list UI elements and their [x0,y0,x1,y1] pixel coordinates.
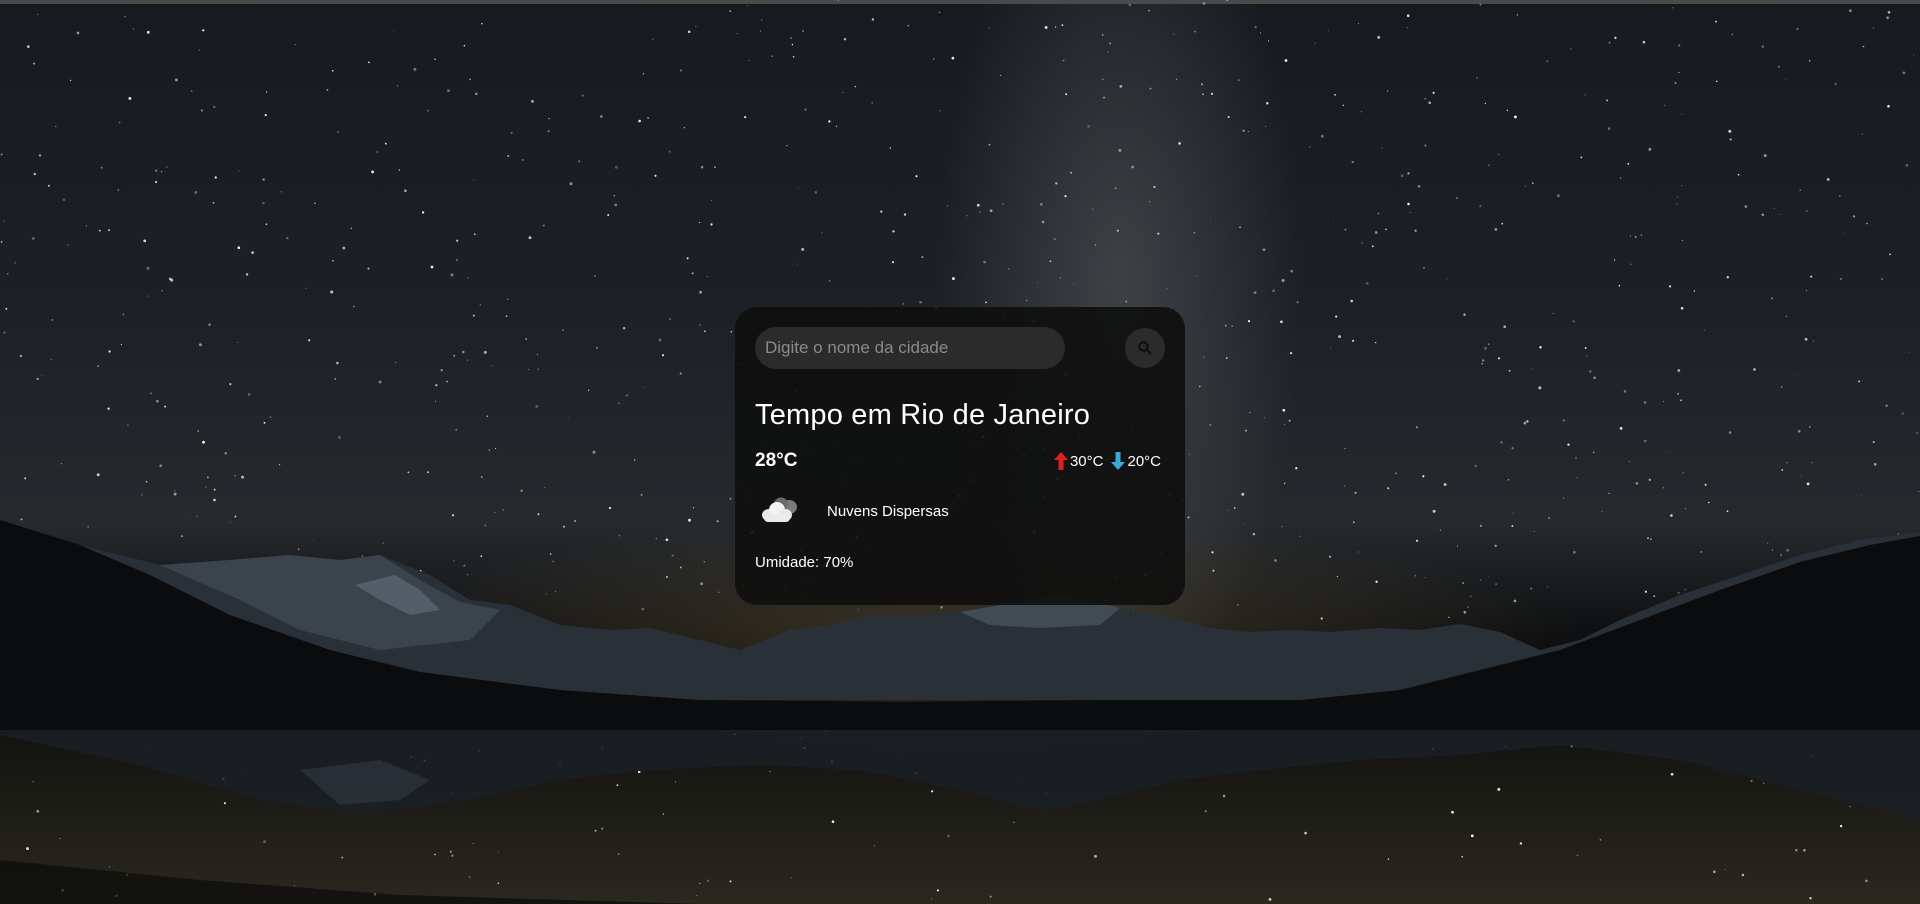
max-temperature: 30°C [1053,452,1104,470]
temperature-row: 28°C 30°C 20°C [755,450,1165,472]
condition-row: Nuvens Dispersas [755,494,1165,528]
search-icon [1138,341,1152,355]
city-weather-title: Tempo em Rio de Janeiro [755,399,1091,431]
cloud-icon [762,497,797,522]
city-search-input[interactable] [755,327,1065,369]
weather-description: Nuvens Dispersas [827,502,949,520]
search-button[interactable] [1125,328,1165,368]
weather-card: Tempo em Rio de Janeiro 28°C 30°C 20°C [735,307,1185,605]
min-temperature-value: 20°C [1127,452,1161,470]
search-bar [755,327,1165,369]
current-temperature: 28°C [755,450,798,471]
max-temperature-value: 30°C [1069,452,1104,470]
background-night-landscape: Tempo em Rio de Janeiro 28°C 30°C 20°C [0,0,1920,904]
arrow-up-icon [1053,452,1068,470]
min-temperature: 20°C [1111,452,1161,470]
humidity: Umidade: 70% [755,554,854,571]
min-max-temperatures: 30°C 20°C [1053,452,1161,470]
arrow-down-icon [1111,452,1126,470]
